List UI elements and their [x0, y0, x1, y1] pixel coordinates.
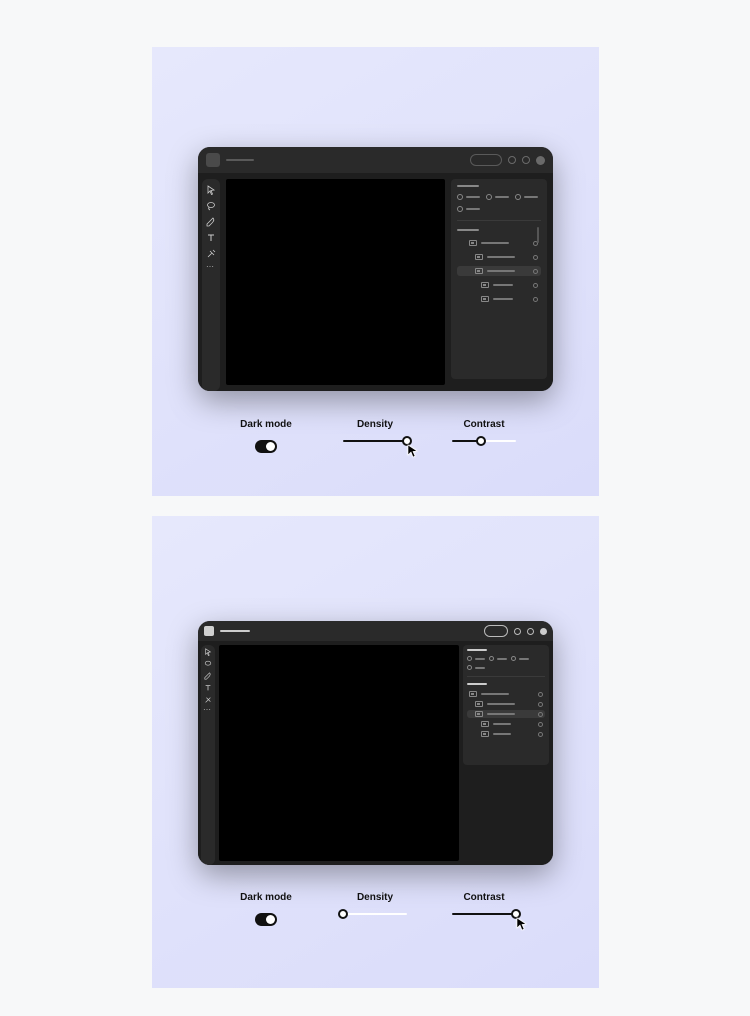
contrast-label: Contrast — [463, 892, 504, 903]
lasso-tool-icon — [204, 660, 212, 668]
layer-row — [457, 294, 541, 304]
more-tools-icon: ⋯ — [206, 265, 215, 269]
dark-mode-label: Dark mode — [240, 419, 292, 430]
layer-row — [467, 730, 545, 738]
contrast-label: Contrast — [463, 419, 504, 430]
layer-row — [457, 280, 541, 290]
left-toolbar: ⋯ — [202, 179, 220, 391]
layer-row-selected — [457, 266, 541, 276]
text-tool-icon — [204, 684, 212, 692]
display-controls: Dark mode Density Contrast — [152, 892, 599, 926]
app-window-preview: ⋯ — [198, 621, 553, 865]
brush-tool-icon — [204, 672, 212, 680]
titlebar-action-icon — [508, 156, 516, 164]
cursor-icon — [516, 917, 530, 931]
brush-tool-icon — [206, 217, 216, 227]
more-tools-icon: ⋯ — [203, 708, 212, 712]
dark-mode-toggle[interactable] — [255, 913, 277, 926]
text-tool-icon — [206, 233, 216, 243]
settings-panel-1: ⋯ Dark — [152, 47, 599, 496]
density-slider[interactable] — [343, 440, 407, 442]
panel-section-header — [457, 185, 479, 187]
panel-section-header — [467, 683, 487, 685]
canvas — [219, 645, 459, 861]
density-label: Density — [357, 892, 393, 903]
titlebar — [198, 147, 553, 173]
layer-row — [467, 690, 545, 698]
pointer-tool-icon — [206, 185, 216, 195]
title-placeholder — [220, 630, 250, 632]
dark-mode-label: Dark mode — [240, 892, 292, 903]
display-controls: Dark mode Density Contrast — [152, 419, 599, 453]
layer-row — [467, 700, 545, 708]
dark-mode-toggle[interactable] — [255, 440, 277, 453]
avatar-icon — [536, 156, 545, 165]
properties-panel — [463, 645, 549, 765]
tools-icon — [206, 249, 216, 259]
layer-row-selected — [467, 710, 545, 718]
layer-row — [467, 720, 545, 728]
left-toolbar: ⋯ — [201, 645, 215, 865]
lasso-tool-icon — [206, 201, 216, 211]
properties-panel — [451, 179, 547, 379]
pointer-tool-icon — [204, 648, 212, 656]
density-label: Density — [357, 419, 393, 430]
avatar-icon — [540, 628, 547, 635]
window-control-icon — [204, 626, 214, 636]
search-pill — [484, 625, 508, 637]
titlebar-action-icon — [514, 628, 521, 635]
layer-row — [457, 252, 541, 262]
contrast-slider[interactable] — [452, 440, 516, 442]
layer-row — [457, 238, 541, 248]
titlebar-action-icon — [527, 628, 534, 635]
title-placeholder — [226, 159, 254, 161]
settings-panel-2: ⋯ Dark mode — [152, 516, 599, 988]
cursor-icon — [407, 444, 421, 458]
contrast-slider[interactable] — [452, 913, 516, 915]
search-pill — [470, 154, 502, 166]
panel-section-header — [467, 649, 487, 651]
app-window-preview: ⋯ — [198, 147, 553, 391]
titlebar-action-icon — [522, 156, 530, 164]
canvas — [226, 179, 445, 385]
tools-icon — [204, 696, 212, 704]
titlebar — [198, 621, 553, 641]
panel-section-header — [457, 229, 479, 231]
window-control-icon — [206, 153, 220, 167]
density-slider[interactable] — [343, 913, 407, 915]
